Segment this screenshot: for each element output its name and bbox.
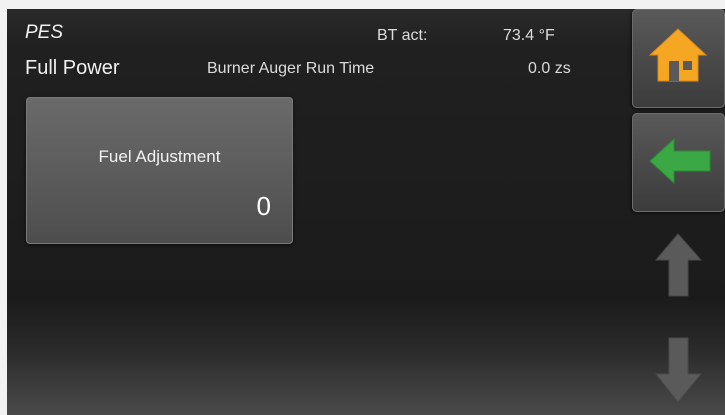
fuel-adjustment-label: Fuel Adjustment	[98, 147, 221, 166]
app-name: PES	[25, 22, 64, 43]
screen: PES Full Power BT act: 73.4 °F Burner Au…	[7, 9, 725, 415]
bt-act-value: 73.4 °F	[503, 27, 555, 44]
fuel-adjustment-value: 0	[256, 191, 271, 221]
auger-runtime-label: Burner Auger Run Time	[207, 60, 375, 77]
mode-label: Full Power	[25, 57, 120, 79]
down-arrow-icon	[654, 337, 703, 403]
auger-runtime-value: 0.0 zs	[528, 60, 571, 77]
scroll-up-button[interactable]	[632, 220, 725, 319]
fuel-adjustment-tile[interactable]: Fuel Adjustment 0	[26, 97, 293, 244]
home-icon	[648, 28, 708, 82]
home-button[interactable]	[632, 9, 725, 108]
back-arrow-icon	[649, 137, 711, 185]
bt-act-label: BT act:	[377, 27, 428, 44]
back-button[interactable]	[632, 113, 725, 212]
scroll-down-button[interactable]	[632, 316, 725, 415]
up-arrow-icon	[654, 233, 703, 297]
